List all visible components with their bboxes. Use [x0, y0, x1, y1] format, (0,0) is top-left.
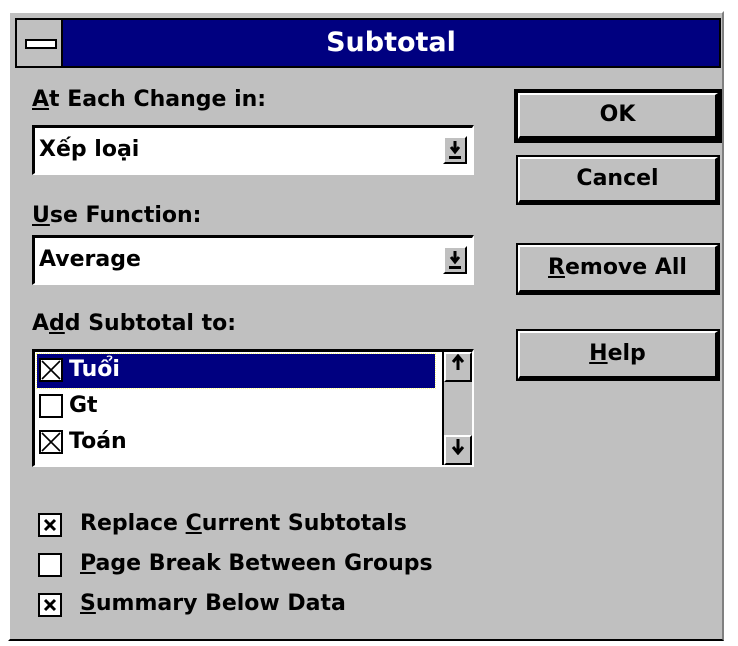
replace-current-subtotals-label: Replace Current Subtotals	[80, 511, 407, 536]
list-item-label: Gt	[69, 393, 98, 418]
list-item-checkbox[interactable]	[39, 394, 63, 418]
summary-below-data-checkbox[interactable]	[38, 593, 62, 617]
at-each-change-value: Xếp loại	[39, 137, 140, 162]
help-button[interactable]: Help	[516, 329, 720, 381]
cancel-button[interactable]: Cancel	[516, 155, 720, 205]
arrow-down-icon[interactable]	[443, 246, 467, 274]
page-break-label: Page Break Between Groups	[80, 551, 433, 576]
use-function-label: Use Function:	[32, 203, 202, 228]
ok-button[interactable]: OK	[514, 89, 722, 143]
page-break-checkbox[interactable]	[38, 553, 62, 577]
title-bar: Subtotal	[15, 18, 721, 68]
replace-current-subtotals-checkbox[interactable]	[38, 513, 62, 537]
arrow-up-icon[interactable]	[444, 352, 472, 382]
arrow-down-icon[interactable]	[444, 435, 472, 465]
subtotal-dialog: Subtotal At Each Change in: Xếp loại Use…	[8, 11, 724, 641]
remove-all-button[interactable]: Remove All	[516, 243, 720, 295]
list-scrollbar[interactable]	[442, 352, 472, 465]
window-title: Subtotal	[326, 27, 456, 58]
arrow-down-icon[interactable]	[443, 136, 467, 164]
list-item-checkbox[interactable]	[39, 358, 63, 382]
at-each-change-label: At Each Change in:	[32, 87, 267, 112]
system-menu-button[interactable]	[17, 20, 63, 66]
at-each-change-combo[interactable]: Xếp loại	[32, 125, 474, 175]
use-function-value: Average	[39, 247, 141, 272]
list-item-label: Tuổi	[69, 357, 120, 382]
list-item[interactable]: Toán	[37, 426, 435, 460]
list-item-label: Toán	[69, 429, 127, 454]
add-subtotal-label: Add Subtotal to:	[32, 311, 237, 336]
use-function-combo[interactable]: Average	[32, 235, 474, 285]
summary-below-data-label: Summary Below Data	[80, 591, 346, 616]
list-item-checkbox[interactable]	[39, 430, 63, 454]
list-item[interactable]: Tuổi	[36, 353, 436, 389]
list-item[interactable]: Gt	[37, 390, 435, 424]
add-subtotal-list[interactable]: Tuổi Gt Toán	[32, 349, 474, 467]
minus-bar-icon	[25, 39, 57, 49]
